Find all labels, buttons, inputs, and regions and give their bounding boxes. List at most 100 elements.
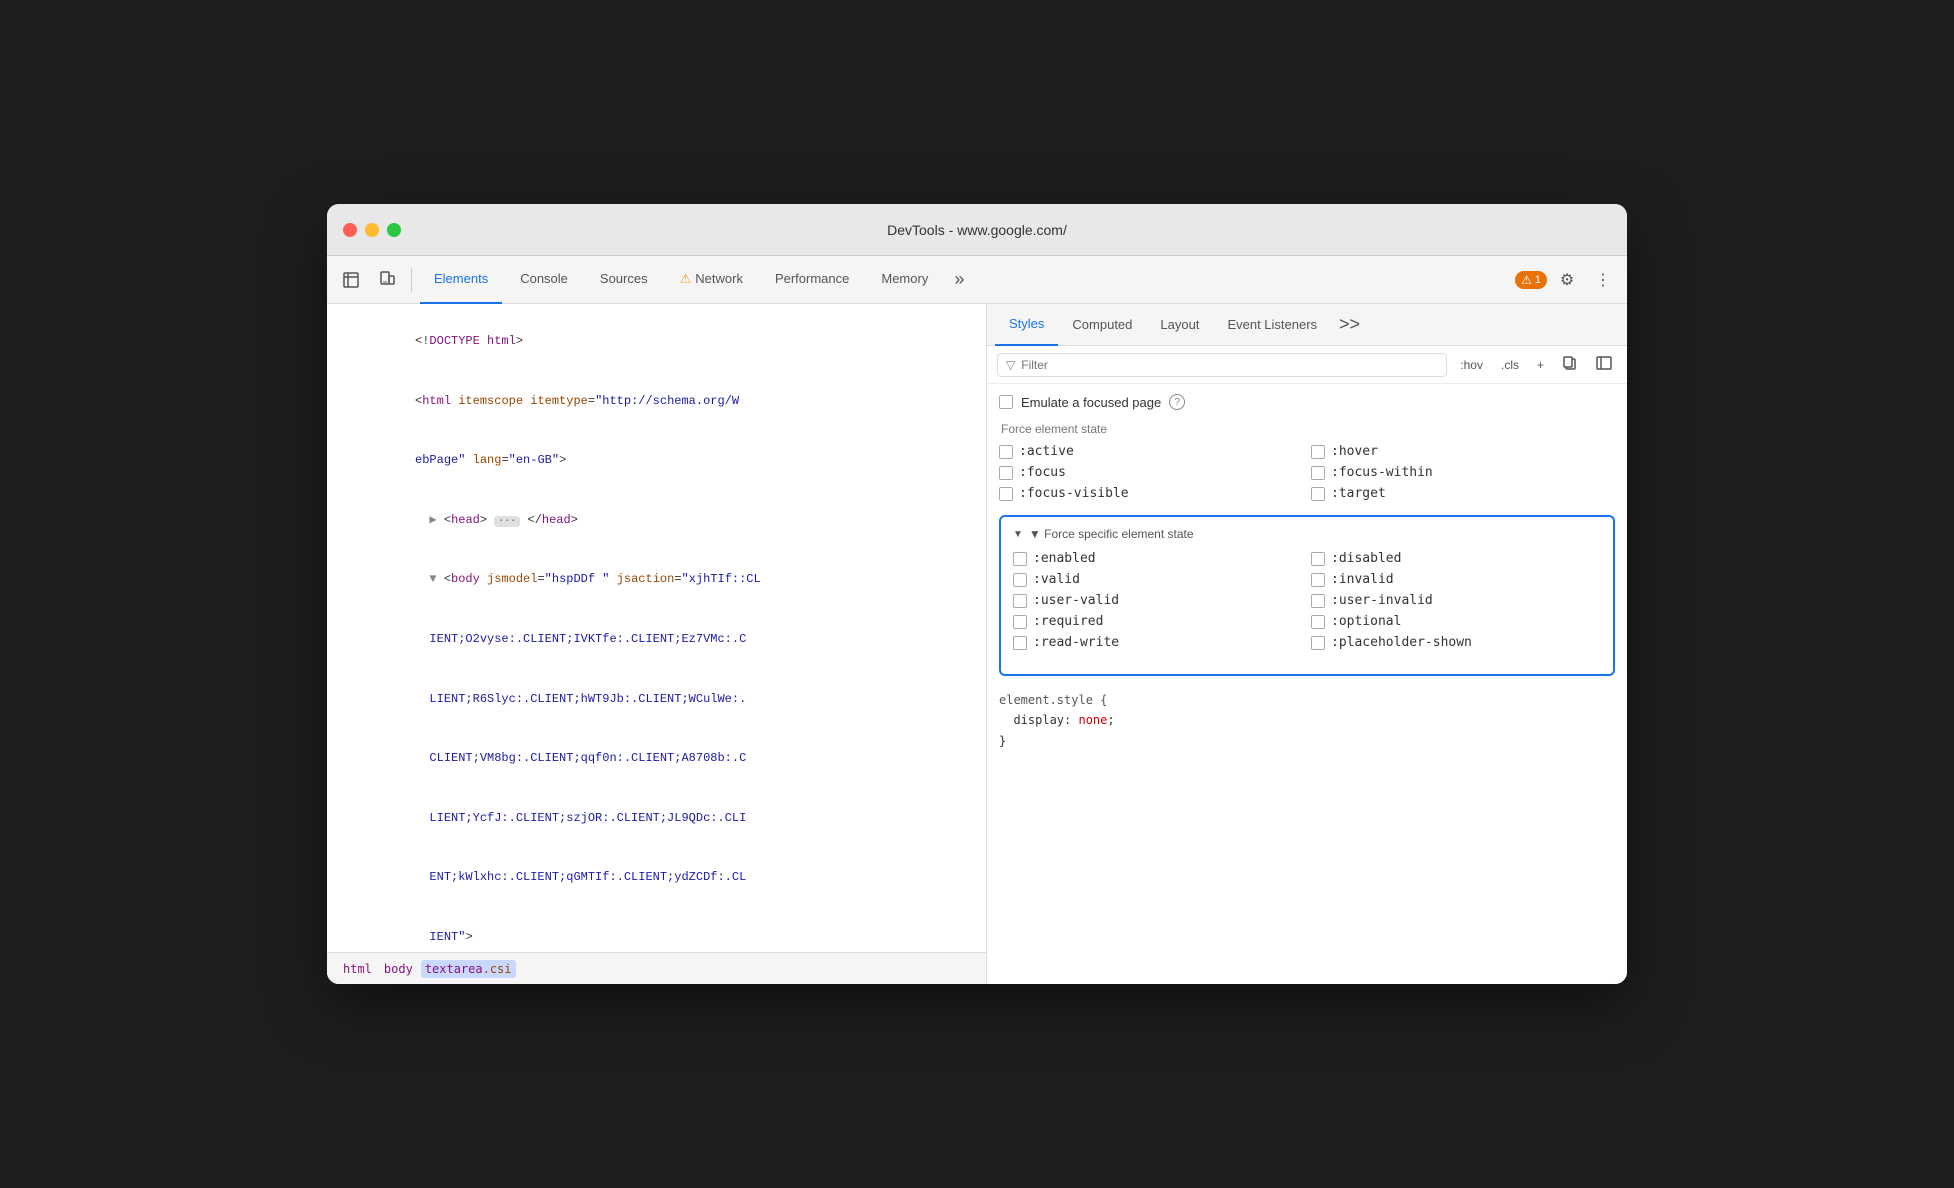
state-disabled-checkbox[interactable] bbox=[1311, 552, 1325, 566]
force-specific-section: ▼ ▼ Force specific element state :enable… bbox=[999, 515, 1615, 676]
filter-icon: ▽ bbox=[1006, 358, 1015, 372]
state-required-checkbox[interactable] bbox=[1013, 615, 1027, 629]
more-options-button[interactable]: ⋮ bbox=[1587, 264, 1619, 296]
force-specific-title: ▼ ▼ Force specific element state bbox=[1013, 527, 1601, 541]
breadcrumb-body[interactable]: body bbox=[380, 960, 417, 978]
state-valid-checkbox[interactable] bbox=[1013, 573, 1027, 587]
tab-performance[interactable]: Performance bbox=[761, 256, 863, 304]
state-read-write: :read-write bbox=[1013, 635, 1303, 650]
styles-content: Emulate a focused page ? Force element s… bbox=[987, 384, 1627, 984]
dom-html-2[interactable]: ebPage" lang="en-GB"> bbox=[327, 431, 986, 491]
copy-icon bbox=[1562, 355, 1578, 371]
state-user-invalid-checkbox[interactable] bbox=[1311, 594, 1325, 608]
state-user-valid: :user-valid bbox=[1013, 593, 1303, 608]
state-required: :required bbox=[1013, 614, 1303, 629]
titlebar: DevTools - www.google.com/ bbox=[327, 204, 1627, 256]
css-property[interactable]: display bbox=[1013, 713, 1064, 727]
state-placeholder-shown-checkbox[interactable] bbox=[1311, 636, 1325, 650]
tab-styles[interactable]: Styles bbox=[995, 304, 1058, 346]
css-close-brace: } bbox=[999, 734, 1006, 748]
emulate-help-icon[interactable]: ? bbox=[1169, 394, 1185, 410]
state-target-checkbox[interactable] bbox=[1311, 487, 1325, 501]
dom-body-3[interactable]: LIENT;R6Slyc:.CLIENT;hWT9Jb:.CLIENT;WCul… bbox=[327, 669, 986, 729]
state-enabled: :enabled bbox=[1013, 551, 1303, 566]
dom-head[interactable]: ▶ <head> ··· </head> bbox=[327, 491, 986, 551]
close-button[interactable] bbox=[343, 223, 357, 237]
dom-body-1[interactable]: ▼ <body jsmodel="hspDDf " jsaction="xjhT… bbox=[327, 550, 986, 610]
state-enabled-checkbox[interactable] bbox=[1013, 552, 1027, 566]
state-invalid: :invalid bbox=[1311, 572, 1601, 587]
breadcrumb: html body textarea.csi bbox=[327, 952, 986, 984]
more-tabs-button[interactable]: » bbox=[946, 265, 972, 294]
breadcrumb-textarea[interactable]: textarea.csi bbox=[421, 960, 516, 978]
add-style-button[interactable]: + bbox=[1532, 355, 1549, 375]
main-content: <!DOCTYPE html> <html itemscope itemtype… bbox=[327, 304, 1627, 984]
dom-body-4[interactable]: CLIENT;VM8bg:.CLIENT;qqf0n:.CLIENT;A8708… bbox=[327, 729, 986, 789]
styles-panel: Styles Computed Layout Event Listeners >… bbox=[987, 304, 1627, 984]
state-optional-checkbox[interactable] bbox=[1311, 615, 1325, 629]
state-active: :active bbox=[999, 444, 1303, 459]
issues-badge[interactable]: ⚠ 1 bbox=[1515, 271, 1547, 289]
state-disabled: :disabled bbox=[1311, 551, 1601, 566]
state-valid: :valid bbox=[1013, 572, 1303, 587]
breadcrumb-html[interactable]: html bbox=[339, 960, 376, 978]
dom-panel: <!DOCTYPE html> <html itemscope itemtype… bbox=[327, 304, 987, 984]
tab-network[interactable]: ⚠ Network bbox=[666, 256, 757, 304]
more-style-tabs-button[interactable]: >> bbox=[1331, 310, 1368, 339]
tab-elements[interactable]: Elements bbox=[420, 256, 502, 304]
tab-console[interactable]: Console bbox=[506, 256, 582, 304]
inspect-icon bbox=[342, 271, 360, 289]
state-invalid-checkbox[interactable] bbox=[1311, 573, 1325, 587]
toolbar: Elements Console Sources ⚠ Network Perfo… bbox=[327, 256, 1627, 304]
minimize-button[interactable] bbox=[365, 223, 379, 237]
badge-warning-icon: ⚠ bbox=[1521, 273, 1532, 287]
tab-layout[interactable]: Layout bbox=[1146, 304, 1213, 346]
state-focus-visible-checkbox[interactable] bbox=[999, 487, 1013, 501]
state-focus-within: :focus-within bbox=[1311, 465, 1615, 480]
triangle-icon: ▼ bbox=[1013, 529, 1023, 540]
window-title: DevTools - www.google.com/ bbox=[887, 222, 1067, 238]
state-focus-within-checkbox[interactable] bbox=[1311, 466, 1325, 480]
state-hover: :hover bbox=[1311, 444, 1615, 459]
tab-event-listeners[interactable]: Event Listeners bbox=[1213, 304, 1331, 346]
state-active-checkbox[interactable] bbox=[999, 445, 1013, 459]
inspect-element-button[interactable] bbox=[335, 264, 367, 296]
filter-input[interactable] bbox=[1021, 358, 1438, 372]
dom-tree[interactable]: <!DOCTYPE html> <html itemscope itemtype… bbox=[327, 304, 986, 952]
network-warning-icon: ⚠ bbox=[680, 271, 692, 287]
state-user-invalid: :user-invalid bbox=[1311, 593, 1601, 608]
tab-memory[interactable]: Memory bbox=[867, 256, 942, 304]
dom-body-2[interactable]: IENT;O2vyse:.CLIENT;IVKTfe:.CLIENT;Ez7VM… bbox=[327, 610, 986, 670]
state-user-valid-checkbox[interactable] bbox=[1013, 594, 1027, 608]
tab-computed[interactable]: Computed bbox=[1058, 304, 1146, 346]
tab-sources[interactable]: Sources bbox=[586, 256, 662, 304]
force-specific-grid: :enabled :disabled :valid :invalid bbox=[1013, 551, 1601, 650]
styles-tabs: Styles Computed Layout Event Listeners >… bbox=[987, 304, 1627, 346]
css-rule: element.style { display: none; } bbox=[999, 690, 1615, 751]
copy-styles-button[interactable] bbox=[1557, 352, 1583, 377]
emulate-focused-label: Emulate a focused page bbox=[1021, 395, 1161, 410]
device-icon bbox=[378, 271, 396, 289]
cls-button[interactable]: .cls bbox=[1496, 355, 1524, 375]
state-placeholder-shown: :placeholder-shown bbox=[1311, 635, 1601, 650]
dom-html[interactable]: <html itemscope itemtype="http://schema.… bbox=[327, 372, 986, 432]
dom-body-7[interactable]: IENT"> bbox=[327, 908, 986, 952]
maximize-button[interactable] bbox=[387, 223, 401, 237]
hov-button[interactable]: :hov bbox=[1455, 355, 1488, 375]
devtools-window: DevTools - www.google.com/ Elements Cons… bbox=[327, 204, 1627, 984]
toolbar-separator-1 bbox=[411, 268, 412, 292]
state-read-write-checkbox[interactable] bbox=[1013, 636, 1027, 650]
css-value[interactable]: none bbox=[1078, 713, 1107, 727]
state-hover-checkbox[interactable] bbox=[1311, 445, 1325, 459]
dom-body-5[interactable]: LIENT;YcfJ:.CLIENT;szjOR:.CLIENT;JL9QDc:… bbox=[327, 789, 986, 849]
state-focus-checkbox[interactable] bbox=[999, 466, 1013, 480]
computed-sidebar-button[interactable] bbox=[1591, 352, 1617, 377]
dom-doctype[interactable]: <!DOCTYPE html> bbox=[327, 312, 986, 372]
emulate-focused-checkbox[interactable] bbox=[999, 395, 1013, 409]
filter-box[interactable]: ▽ bbox=[997, 353, 1447, 377]
styles-toolbar: ▽ :hov .cls + bbox=[987, 346, 1627, 384]
device-toolbar-button[interactable] bbox=[371, 264, 403, 296]
settings-button[interactable]: ⚙ bbox=[1551, 264, 1583, 296]
sidebar-icon bbox=[1596, 355, 1612, 371]
dom-body-6[interactable]: ENT;kWlxhc:.CLIENT;qGMTIf:.CLIENT;ydZCDf… bbox=[327, 848, 986, 908]
